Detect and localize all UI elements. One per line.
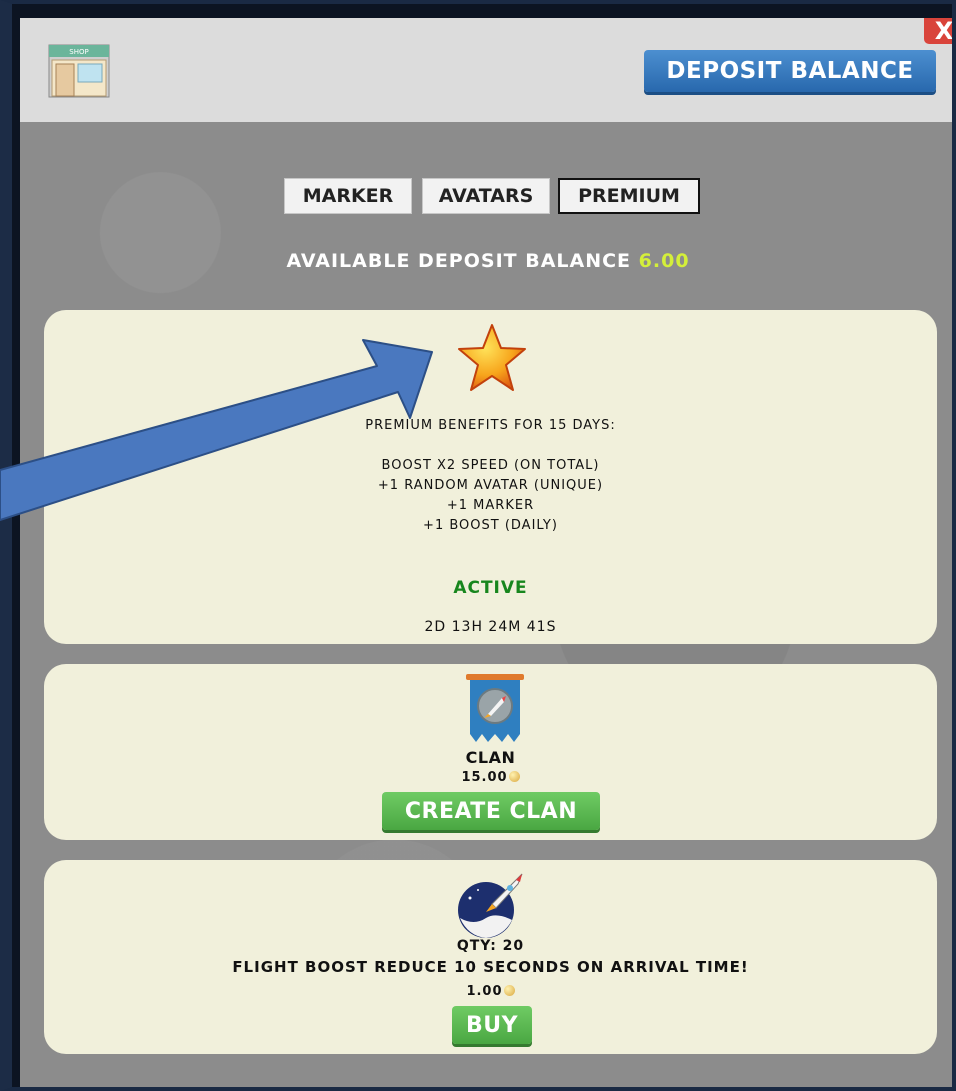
clan-price-value: 15.00 <box>461 770 508 785</box>
premium-timer: 2D 13H 24M 41S <box>424 619 557 635</box>
boost-price-value: 1.00 <box>466 984 503 999</box>
close-button[interactable]: X <box>924 18 956 44</box>
premium-status: ACTIVE <box>453 578 528 598</box>
tab-marker[interactable]: MARKER <box>284 178 412 214</box>
benefit-item: +1 RANDOM AVATAR (UNIQUE) <box>377 478 604 493</box>
modal-header: SHOP DEPOSIT BALANCE <box>20 18 956 122</box>
buy-boost-button[interactable]: BUY <box>452 1006 532 1044</box>
benefit-item: BOOST X2 SPEED (ON TOTAL) <box>381 458 600 473</box>
deposit-balance-display: AVAILABLE DEPOSIT BALANCE 6.00 <box>20 250 956 272</box>
tab-avatars[interactable]: AVATARS <box>422 178 550 214</box>
clan-price: 15.00 <box>44 770 937 785</box>
tab-premium[interactable]: PREMIUM <box>558 178 700 214</box>
star-icon <box>458 324 526 391</box>
create-clan-button[interactable]: CREATE CLAN <box>382 792 600 830</box>
boost-description: FLIGHT BOOST REDUCE 10 SECONDS ON ARRIVA… <box>232 958 749 976</box>
clan-title: CLAN <box>465 748 516 767</box>
shop-modal: SHOP DEPOSIT BALANCE X MARKER AVATARS PR… <box>20 18 956 1091</box>
rocket-banner-icon <box>466 674 524 742</box>
balance-amount: 6.00 <box>638 250 690 272</box>
balance-label: AVAILABLE DEPOSIT BALANCE <box>286 250 632 272</box>
boost-qty: QTY: 20 <box>456 938 525 954</box>
premium-heading: PREMIUM BENEFITS FOR 15 DAYS: <box>365 418 616 433</box>
benefit-item: +1 BOOST (DAILY) <box>423 518 558 533</box>
deposit-balance-button[interactable]: DEPOSIT BALANCE <box>644 50 936 92</box>
rocket-icon <box>458 873 523 938</box>
benefit-item: +1 MARKER <box>446 498 535 513</box>
clan-card: CLAN 15.00 CREATE CLAN <box>44 664 937 840</box>
coin-icon <box>503 985 515 996</box>
premium-card: PREMIUM BENEFITS FOR 15 DAYS: BOOST X2 S… <box>44 310 937 644</box>
shop-icon-label: SHOP <box>69 48 88 56</box>
boost-price: 1.00 <box>44 984 937 999</box>
flight-boost-card: QTY: 20 FLIGHT BOOST REDUCE 10 SECONDS O… <box>44 860 937 1054</box>
shop-icon: SHOP <box>48 44 110 98</box>
coin-icon <box>508 771 520 782</box>
